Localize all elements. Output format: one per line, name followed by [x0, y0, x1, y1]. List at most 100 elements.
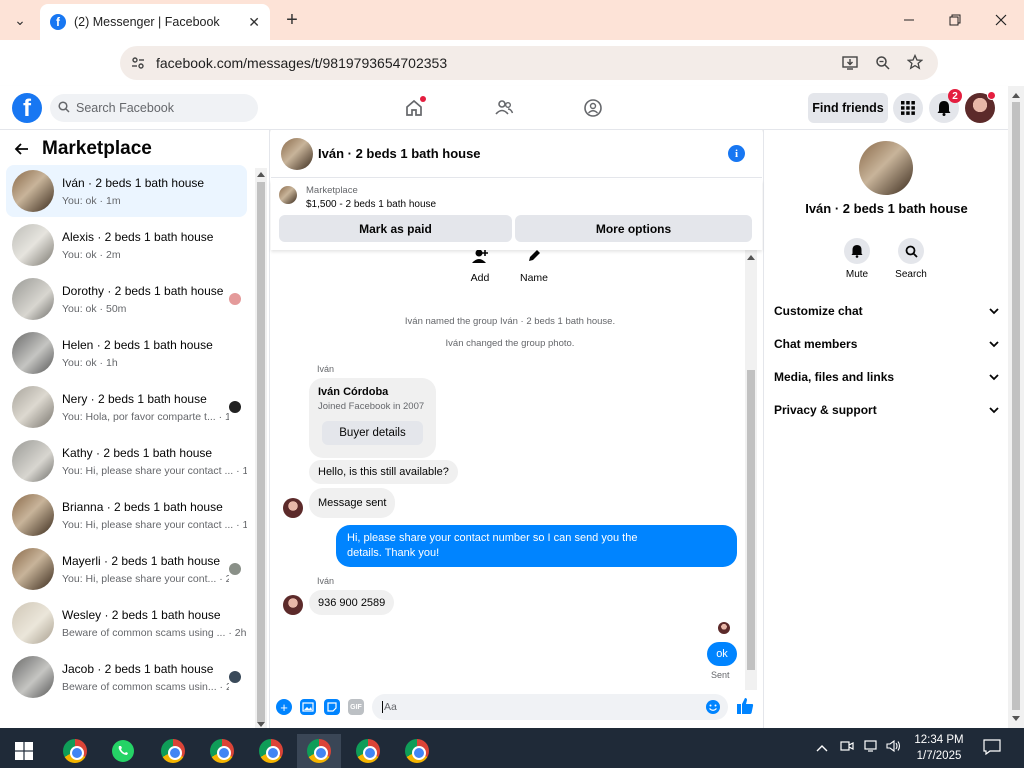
- conversation-photo: [12, 332, 54, 374]
- emoji-icon[interactable]: [705, 699, 721, 718]
- chrome-taskbar-icon[interactable]: [53, 734, 97, 768]
- scroll-down-icon[interactable]: [1012, 716, 1020, 722]
- mark-as-paid-button[interactable]: Mark as paid: [279, 215, 512, 242]
- chrome-taskbar-icon[interactable]: [249, 734, 293, 768]
- windows-start-icon[interactable]: [2, 734, 46, 768]
- conversation-item[interactable]: Alexis · 2 beds 1 bath house You: ok · 2m: [6, 219, 247, 271]
- thumbs-up-icon[interactable]: [736, 697, 754, 718]
- notification-center-icon[interactable]: [983, 739, 1001, 758]
- system-message: Iván changed the group photo.: [445, 338, 575, 349]
- chrome-taskbar-icon-active[interactable]: [297, 734, 341, 768]
- chrome-taskbar-icon[interactable]: [151, 734, 195, 768]
- new-tab-icon[interactable]: +: [280, 8, 304, 32]
- mute-action[interactable]: Mute: [832, 238, 882, 280]
- close-tab-icon[interactable]: ✕: [248, 14, 260, 31]
- close-window-icon[interactable]: [989, 8, 1013, 32]
- facebook-header: f Search Facebook Find friends 2: [0, 86, 1008, 130]
- add-people-action[interactable]: Add: [455, 250, 505, 284]
- section-label: Privacy & support: [774, 403, 877, 417]
- conversation-item[interactable]: Nery · 2 beds 1 bath house You: Hola, por…: [6, 381, 247, 433]
- sender-avatar[interactable]: [283, 498, 303, 518]
- conversation-preview: You: Hi, please share your contact ... ·…: [62, 518, 247, 531]
- read-receipt-avatar: [229, 293, 241, 305]
- outgoing-message[interactable]: ok: [707, 642, 737, 666]
- chat-group-photo[interactable]: [281, 138, 313, 170]
- clock-date: 1/7/2025: [916, 750, 962, 762]
- url-text: facebook.com/messages/t/9819793654702353: [156, 55, 448, 71]
- groups-nav-icon[interactable]: [581, 96, 605, 120]
- media-files-links-section[interactable]: Media, files and links: [774, 365, 999, 389]
- privacy-support-section[interactable]: Privacy & support: [774, 398, 999, 422]
- name-group-action[interactable]: Name: [509, 250, 559, 284]
- menu-grid-icon[interactable]: [893, 93, 923, 123]
- volume-icon[interactable]: [886, 739, 902, 755]
- conversation-list-scrollbar[interactable]: [255, 168, 267, 730]
- conversation-item[interactable]: Dorothy · 2 beds 1 bath house You: ok · 5…: [6, 273, 247, 325]
- sender-avatar[interactable]: [283, 595, 303, 615]
- message-input[interactable]: Aa: [372, 694, 728, 720]
- scroll-up-icon[interactable]: [1012, 92, 1020, 98]
- customize-chat-section[interactable]: Customize chat: [774, 299, 999, 323]
- conversation-item[interactable]: Iván · 2 beds 1 bath house You: ok · 1m: [6, 165, 247, 217]
- chat-scrollbar[interactable]: [745, 250, 757, 690]
- search-in-chat-action[interactable]: Search: [886, 238, 936, 280]
- conversation-name: Alexis · 2 beds 1 bath house: [62, 229, 214, 244]
- more-options-button[interactable]: More options: [515, 215, 752, 242]
- browser-toolbar: facebook.com/messages/t/9819793654702353: [0, 40, 1024, 112]
- gif-icon[interactable]: GIF: [348, 699, 364, 715]
- attach-photo-icon[interactable]: [300, 699, 316, 715]
- network-icon[interactable]: [864, 740, 880, 755]
- outgoing-message[interactable]: Hi, please share your contact number so …: [336, 525, 737, 567]
- sticker-icon[interactable]: [324, 699, 340, 715]
- install-app-icon[interactable]: [842, 55, 858, 74]
- chrome-taskbar-icon[interactable]: [395, 734, 439, 768]
- page-scrollbar[interactable]: [1008, 86, 1024, 728]
- info-icon[interactable]: i: [728, 145, 745, 162]
- buyer-details-button[interactable]: Buyer details: [322, 421, 423, 445]
- conversation-item[interactable]: Wesley · 2 beds 1 bath house Beware of co…: [6, 597, 247, 649]
- conversation-item[interactable]: Brianna · 2 beds 1 bath house You: Hi, pl…: [6, 489, 247, 541]
- friends-nav-icon[interactable]: [492, 96, 516, 120]
- scrollbar-thumb[interactable]: [747, 370, 755, 670]
- scrollbar-thumb[interactable]: [257, 182, 265, 722]
- group-photo[interactable]: [859, 141, 913, 195]
- scrollbar-thumb[interactable]: [1012, 102, 1020, 710]
- conversation-name: Wesley · 2 beds 1 bath house: [62, 607, 221, 622]
- zoom-icon[interactable]: [875, 55, 891, 74]
- chrome-taskbar-icon[interactable]: [346, 734, 390, 768]
- system-clock[interactable]: 12:34 PM 1/7/2025: [908, 732, 970, 764]
- incoming-message[interactable]: 936 900 2589: [309, 590, 395, 615]
- meet-now-icon[interactable]: [840, 740, 854, 755]
- tab-search-icon[interactable]: ⌄: [8, 8, 32, 32]
- facebook-search-input[interactable]: Search Facebook: [50, 94, 258, 122]
- conversation-item[interactable]: Helen · 2 beds 1 bath house You: ok · 1h: [6, 327, 247, 379]
- buyer-name[interactable]: Iván Córdoba: [318, 386, 388, 398]
- whatsapp-taskbar-icon[interactable]: [101, 734, 145, 768]
- find-friends-button[interactable]: Find friends: [808, 93, 888, 123]
- browser-tab[interactable]: f (2) Messenger | Facebook ✕: [40, 4, 270, 40]
- listing-title[interactable]: $1,500 - 2 beds 1 bath house: [306, 199, 436, 210]
- listing-thumbnail[interactable]: [279, 186, 297, 204]
- facebook-logo-icon[interactable]: f: [12, 93, 42, 123]
- site-info-icon[interactable]: [130, 55, 146, 74]
- chrome-taskbar-icon[interactable]: [200, 734, 244, 768]
- bookmark-star-icon[interactable]: [906, 53, 924, 73]
- conversation-item[interactable]: Kathy · 2 beds 1 bath house You: Hi, plea…: [6, 435, 247, 487]
- incoming-message[interactable]: Message sent: [309, 488, 396, 518]
- address-bar[interactable]: facebook.com/messages/t/9819793654702353: [120, 46, 938, 80]
- incoming-message[interactable]: Hello, is this still available?: [309, 460, 458, 484]
- scroll-up-icon[interactable]: [747, 254, 755, 260]
- conversation-photo: [12, 224, 54, 266]
- scroll-up-icon[interactable]: [257, 171, 265, 177]
- back-arrow-icon[interactable]: [14, 141, 30, 162]
- message-thread: Add Name Iván named the group Iván · 2 b…: [271, 250, 749, 690]
- conversation-item[interactable]: Mayerli · 2 beds 1 bath house You: Hi, pl…: [6, 543, 247, 595]
- minimize-icon[interactable]: [897, 8, 921, 32]
- home-nav-icon[interactable]: [402, 96, 426, 120]
- restore-icon[interactable]: [943, 8, 967, 32]
- chat-title[interactable]: Iván · 2 beds 1 bath house: [318, 146, 481, 161]
- show-hidden-icons-chevron-icon[interactable]: [816, 740, 828, 755]
- conversation-item[interactable]: Jacob · 2 beds 1 bath house Beware of com…: [6, 651, 247, 703]
- more-actions-plus-icon[interactable]: +: [276, 699, 292, 715]
- chat-members-section[interactable]: Chat members: [774, 332, 999, 356]
